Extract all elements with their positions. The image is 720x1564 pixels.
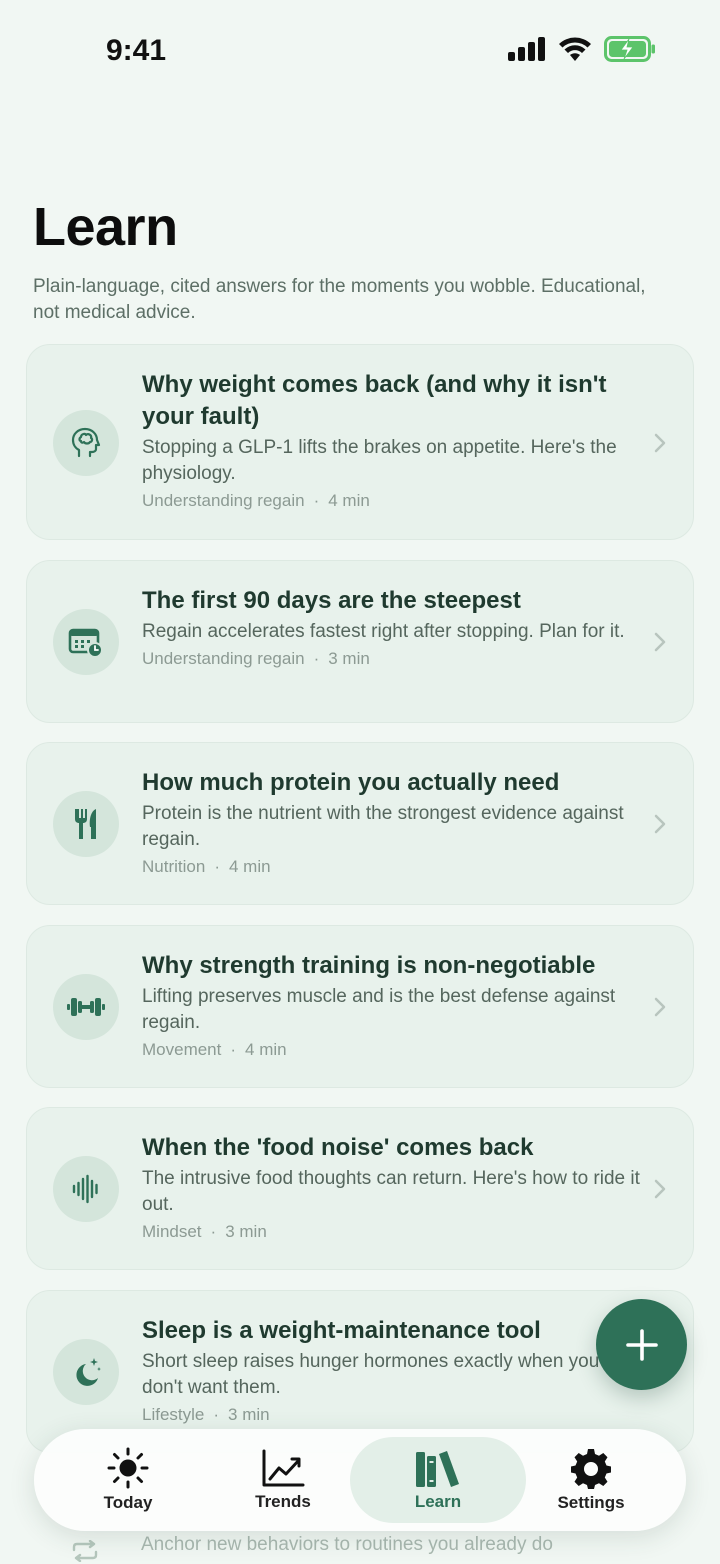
add-button[interactable] xyxy=(596,1299,687,1390)
article-card[interactable]: The first 90 days are the steepest Regai… xyxy=(26,560,694,723)
article-icon-badge xyxy=(53,609,119,675)
repeat-icon xyxy=(72,1540,98,1562)
status-icons xyxy=(508,36,656,62)
battery-icon xyxy=(604,36,655,62)
article-meta: Understanding regain · 3 min xyxy=(142,647,641,671)
article-duration: 3 min xyxy=(328,649,370,668)
tab-today[interactable]: Today xyxy=(40,1437,216,1523)
page-subtitle: Plain-language, cited answers for the mo… xyxy=(33,276,646,323)
article-description: Anchor new behaviors to routines you alr… xyxy=(141,1534,553,1555)
chevron-right-icon xyxy=(654,433,666,453)
brain-head-icon xyxy=(71,427,101,458)
article-icon-badge xyxy=(53,1156,119,1222)
article-duration: 3 min xyxy=(228,1405,270,1424)
article-card[interactable]: How much protein you actually need Prote… xyxy=(26,742,694,905)
article-title: Sleep is a weight-maintenance tool xyxy=(142,1317,541,1344)
page-title: Learn xyxy=(33,197,178,257)
article-icon-badge xyxy=(53,974,119,1040)
article-text: When the 'food noise' comes back The int… xyxy=(142,1132,641,1244)
status-bar: 9:41 xyxy=(0,0,720,100)
article-category: Lifestyle xyxy=(142,1405,205,1424)
article-title: The first 90 days are the steepest xyxy=(142,587,521,614)
tab-label: Settings xyxy=(557,1493,625,1512)
tab-settings[interactable]: Settings xyxy=(503,1437,679,1523)
article-category: Understanding regain xyxy=(142,491,305,510)
gear-icon xyxy=(571,1449,611,1489)
meta-separator: · xyxy=(230,1040,237,1059)
article-description: Stopping a GLP-1 lifts the brakes on app… xyxy=(142,437,617,484)
waveform-icon xyxy=(72,1174,98,1204)
chevron-right-icon xyxy=(654,997,666,1017)
article-duration: 4 min xyxy=(228,857,271,876)
article-title: How much protein you actually need xyxy=(142,769,560,796)
article-description: Protein is the nutrient with the stronge… xyxy=(142,803,624,850)
article-meta: Mindset · 3 min xyxy=(142,1220,641,1244)
meta-separator: · xyxy=(313,649,320,668)
wifi-icon xyxy=(559,37,591,61)
article-title: Why strength training is non-negotiable xyxy=(142,952,596,979)
article-icon-badge xyxy=(53,1339,119,1405)
calendar-clock-icon xyxy=(68,628,103,658)
chevron-right-icon xyxy=(654,632,666,652)
article-card[interactable]: Why weight comes back (and why it isn't … xyxy=(26,344,694,540)
sun-icon xyxy=(107,1447,149,1489)
article-text: Why strength training is non-negotiable … xyxy=(142,950,641,1062)
fork-knife-icon xyxy=(75,809,96,839)
chevron-right-icon xyxy=(654,814,666,834)
article-title: Why weight comes back (and why it isn't … xyxy=(142,371,607,430)
article-meta: Nutrition · 4 min xyxy=(142,855,641,879)
moon-stars-icon xyxy=(76,1358,101,1386)
article-duration: 3 min xyxy=(225,1222,267,1241)
article-icon-badge xyxy=(53,791,119,857)
article-meta: Understanding regain · 4 min xyxy=(142,489,641,513)
article-meta: Lifestyle · 3 min xyxy=(142,1403,641,1427)
status-time: 9:41 xyxy=(106,34,167,67)
tab-label: Learn xyxy=(414,1492,462,1511)
tab-bar: Today Trends Learn Settings xyxy=(34,1429,686,1531)
article-text: How much protein you actually need Prote… xyxy=(142,767,641,879)
article-description: Lifting preserves muscle and is the best… xyxy=(142,986,616,1033)
article-text: Sleep is a weight-maintenance tool Short… xyxy=(142,1315,641,1427)
article-meta: Movement · 4 min xyxy=(142,1038,641,1062)
article-icon-badge xyxy=(53,410,119,476)
plus-icon xyxy=(625,1328,658,1361)
article-duration: 4 min xyxy=(328,491,370,510)
tab-trends[interactable]: Trends xyxy=(195,1437,371,1523)
dumbbell-icon xyxy=(67,998,105,1016)
tab-label: Today xyxy=(103,1493,153,1512)
meta-separator: · xyxy=(214,857,220,876)
article-card-peek[interactable]: Anchor new behaviors to routines you alr… xyxy=(26,1526,694,1564)
article-text: The first 90 days are the steepest Regai… xyxy=(142,585,641,671)
article-card[interactable]: Why strength training is non-negotiable … xyxy=(26,925,694,1088)
article-text: Why weight comes back (and why it isn't … xyxy=(142,369,641,513)
tab-label: Trends xyxy=(255,1492,311,1511)
chart-line-icon xyxy=(262,1449,305,1487)
article-category: Nutrition xyxy=(142,857,206,876)
meta-separator: · xyxy=(213,1405,220,1424)
article-category: Mindset xyxy=(142,1222,202,1241)
meta-separator: · xyxy=(313,491,320,510)
signal-icon xyxy=(508,37,545,61)
article-description: Short sleep raises hunger hormones exact… xyxy=(142,1351,600,1398)
article-description: Regain accelerates fastest right after s… xyxy=(142,621,625,642)
books-icon xyxy=(416,1451,459,1487)
article-category: Movement xyxy=(142,1040,222,1059)
article-card[interactable]: When the 'food noise' comes back The int… xyxy=(26,1107,694,1270)
article-category: Understanding regain xyxy=(142,649,305,668)
article-title: When the 'food noise' comes back xyxy=(142,1134,534,1161)
chevron-right-icon xyxy=(654,1179,666,1199)
meta-separator: · xyxy=(210,1222,217,1241)
article-description: The intrusive food thoughts can return. … xyxy=(142,1168,640,1215)
tab-learn[interactable]: Learn xyxy=(350,1437,526,1523)
article-duration: 4 min xyxy=(245,1040,287,1059)
